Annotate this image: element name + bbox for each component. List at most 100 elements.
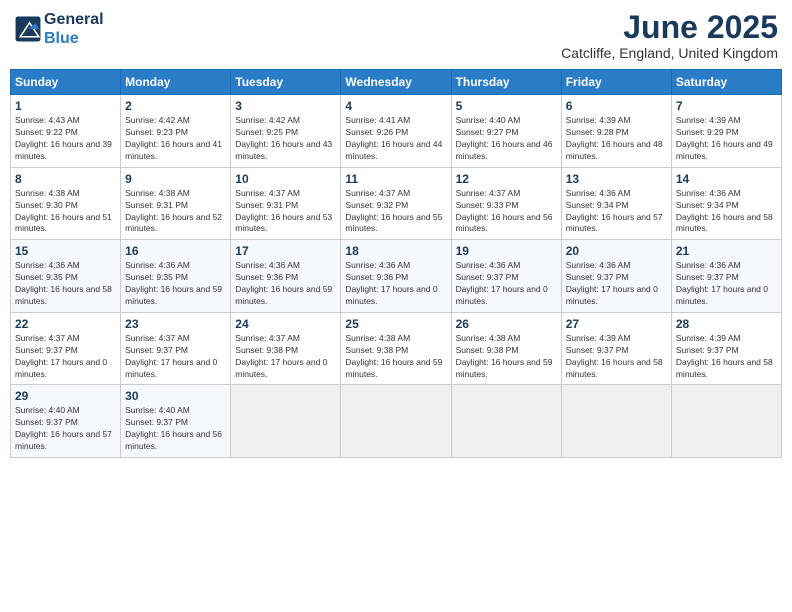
title-block: June 2025 Catcliffe, England, United Kin… xyxy=(561,10,778,61)
sunrise-text: Sunrise: 4:37 AM xyxy=(345,188,410,198)
sunrise-text: Sunrise: 4:39 AM xyxy=(676,115,741,125)
sunset-text: Sunset: 9:30 PM xyxy=(15,200,78,210)
day-number: 18 xyxy=(345,244,446,258)
header-row: Sunday Monday Tuesday Wednesday Thursday… xyxy=(11,70,782,95)
sunset-text: Sunset: 9:36 PM xyxy=(345,272,408,282)
day-info: Sunrise: 4:36 AM Sunset: 9:36 PM Dayligh… xyxy=(345,260,446,308)
day-number: 9 xyxy=(125,172,226,186)
week-row-1: 1 Sunrise: 4:43 AM Sunset: 9:22 PM Dayli… xyxy=(11,95,782,168)
day-info: Sunrise: 4:38 AM Sunset: 9:38 PM Dayligh… xyxy=(456,333,557,381)
day-cell xyxy=(671,385,781,458)
day-cell: 18 Sunrise: 4:36 AM Sunset: 9:36 PM Dayl… xyxy=(341,240,451,313)
daylight-text: Daylight: 16 hours and 58 minutes. xyxy=(676,357,773,379)
daylight-text: Daylight: 16 hours and 41 minutes. xyxy=(125,139,222,161)
logo-line2: Blue xyxy=(44,29,104,48)
sunset-text: Sunset: 9:26 PM xyxy=(345,127,408,137)
day-cell: 7 Sunrise: 4:39 AM Sunset: 9:29 PM Dayli… xyxy=(671,95,781,168)
day-number: 20 xyxy=(566,244,667,258)
daylight-text: Daylight: 16 hours and 56 minutes. xyxy=(456,212,553,234)
day-number: 26 xyxy=(456,317,557,331)
sunrise-text: Sunrise: 4:42 AM xyxy=(125,115,190,125)
sunset-text: Sunset: 9:36 PM xyxy=(235,272,298,282)
sunset-text: Sunset: 9:34 PM xyxy=(566,200,629,210)
day-cell: 28 Sunrise: 4:39 AM Sunset: 9:37 PM Dayl… xyxy=(671,312,781,385)
sunset-text: Sunset: 9:38 PM xyxy=(345,345,408,355)
daylight-text: Daylight: 16 hours and 48 minutes. xyxy=(566,139,663,161)
day-cell xyxy=(561,385,671,458)
sunrise-text: Sunrise: 4:39 AM xyxy=(676,333,741,343)
week-row-4: 22 Sunrise: 4:37 AM Sunset: 9:37 PM Dayl… xyxy=(11,312,782,385)
sunset-text: Sunset: 9:31 PM xyxy=(125,200,188,210)
logo-line1: General xyxy=(44,10,104,29)
sunset-text: Sunset: 9:29 PM xyxy=(676,127,739,137)
sunset-text: Sunset: 9:35 PM xyxy=(125,272,188,282)
day-number: 7 xyxy=(676,99,777,113)
day-number: 4 xyxy=(345,99,446,113)
daylight-text: Daylight: 17 hours and 0 minutes. xyxy=(15,357,107,379)
sunrise-text: Sunrise: 4:40 AM xyxy=(15,405,80,415)
day-cell: 25 Sunrise: 4:38 AM Sunset: 9:38 PM Dayl… xyxy=(341,312,451,385)
day-cell: 24 Sunrise: 4:37 AM Sunset: 9:38 PM Dayl… xyxy=(231,312,341,385)
sunset-text: Sunset: 9:35 PM xyxy=(15,272,78,282)
day-number: 2 xyxy=(125,99,226,113)
day-info: Sunrise: 4:43 AM Sunset: 9:22 PM Dayligh… xyxy=(15,115,116,163)
day-number: 11 xyxy=(345,172,446,186)
day-cell: 21 Sunrise: 4:36 AM Sunset: 9:37 PM Dayl… xyxy=(671,240,781,313)
day-info: Sunrise: 4:42 AM Sunset: 9:25 PM Dayligh… xyxy=(235,115,336,163)
day-number: 30 xyxy=(125,389,226,403)
day-number: 8 xyxy=(15,172,116,186)
day-cell xyxy=(341,385,451,458)
daylight-text: Daylight: 17 hours and 0 minutes. xyxy=(566,284,658,306)
daylight-text: Daylight: 16 hours and 59 minutes. xyxy=(345,357,442,379)
sunrise-text: Sunrise: 4:36 AM xyxy=(676,260,741,270)
sunset-text: Sunset: 9:38 PM xyxy=(456,345,519,355)
sunrise-text: Sunrise: 4:38 AM xyxy=(15,188,80,198)
day-info: Sunrise: 4:36 AM Sunset: 9:34 PM Dayligh… xyxy=(566,188,667,236)
day-cell: 15 Sunrise: 4:36 AM Sunset: 9:35 PM Dayl… xyxy=(11,240,121,313)
day-number: 14 xyxy=(676,172,777,186)
sunset-text: Sunset: 9:32 PM xyxy=(345,200,408,210)
week-row-3: 15 Sunrise: 4:36 AM Sunset: 9:35 PM Dayl… xyxy=(11,240,782,313)
day-number: 22 xyxy=(15,317,116,331)
day-info: Sunrise: 4:37 AM Sunset: 9:37 PM Dayligh… xyxy=(125,333,226,381)
sunrise-text: Sunrise: 4:37 AM xyxy=(235,188,300,198)
day-number: 17 xyxy=(235,244,336,258)
sunrise-text: Sunrise: 4:37 AM xyxy=(235,333,300,343)
daylight-text: Daylight: 16 hours and 57 minutes. xyxy=(15,429,112,451)
day-info: Sunrise: 4:36 AM Sunset: 9:37 PM Dayligh… xyxy=(676,260,777,308)
sunrise-text: Sunrise: 4:40 AM xyxy=(125,405,190,415)
day-number: 15 xyxy=(15,244,116,258)
day-number: 13 xyxy=(566,172,667,186)
sunrise-text: Sunrise: 4:37 AM xyxy=(456,188,521,198)
sunrise-text: Sunrise: 4:36 AM xyxy=(15,260,80,270)
day-cell: 16 Sunrise: 4:36 AM Sunset: 9:35 PM Dayl… xyxy=(121,240,231,313)
day-number: 10 xyxy=(235,172,336,186)
sunrise-text: Sunrise: 4:37 AM xyxy=(15,333,80,343)
daylight-text: Daylight: 16 hours and 59 minutes. xyxy=(456,357,553,379)
day-number: 12 xyxy=(456,172,557,186)
week-row-5: 29 Sunrise: 4:40 AM Sunset: 9:37 PM Dayl… xyxy=(11,385,782,458)
col-sunday: Sunday xyxy=(11,70,121,95)
day-info: Sunrise: 4:40 AM Sunset: 9:27 PM Dayligh… xyxy=(456,115,557,163)
daylight-text: Daylight: 17 hours and 0 minutes. xyxy=(125,357,217,379)
daylight-text: Daylight: 16 hours and 46 minutes. xyxy=(456,139,553,161)
sunrise-text: Sunrise: 4:43 AM xyxy=(15,115,80,125)
day-cell: 10 Sunrise: 4:37 AM Sunset: 9:31 PM Dayl… xyxy=(231,167,341,240)
col-wednesday: Wednesday xyxy=(341,70,451,95)
daylight-text: Daylight: 16 hours and 58 minutes. xyxy=(676,212,773,234)
daylight-text: Daylight: 17 hours and 0 minutes. xyxy=(676,284,768,306)
sunrise-text: Sunrise: 4:40 AM xyxy=(456,115,521,125)
col-tuesday: Tuesday xyxy=(231,70,341,95)
day-number: 24 xyxy=(235,317,336,331)
daylight-text: Daylight: 16 hours and 56 minutes. xyxy=(125,429,222,451)
day-info: Sunrise: 4:41 AM Sunset: 9:26 PM Dayligh… xyxy=(345,115,446,163)
sunset-text: Sunset: 9:31 PM xyxy=(235,200,298,210)
col-friday: Friday xyxy=(561,70,671,95)
day-info: Sunrise: 4:36 AM Sunset: 9:37 PM Dayligh… xyxy=(456,260,557,308)
sunset-text: Sunset: 9:37 PM xyxy=(566,272,629,282)
day-info: Sunrise: 4:39 AM Sunset: 9:29 PM Dayligh… xyxy=(676,115,777,163)
sunset-text: Sunset: 9:33 PM xyxy=(456,200,519,210)
day-info: Sunrise: 4:36 AM Sunset: 9:35 PM Dayligh… xyxy=(15,260,116,308)
sunrise-text: Sunrise: 4:39 AM xyxy=(566,333,631,343)
day-cell: 17 Sunrise: 4:36 AM Sunset: 9:36 PM Dayl… xyxy=(231,240,341,313)
